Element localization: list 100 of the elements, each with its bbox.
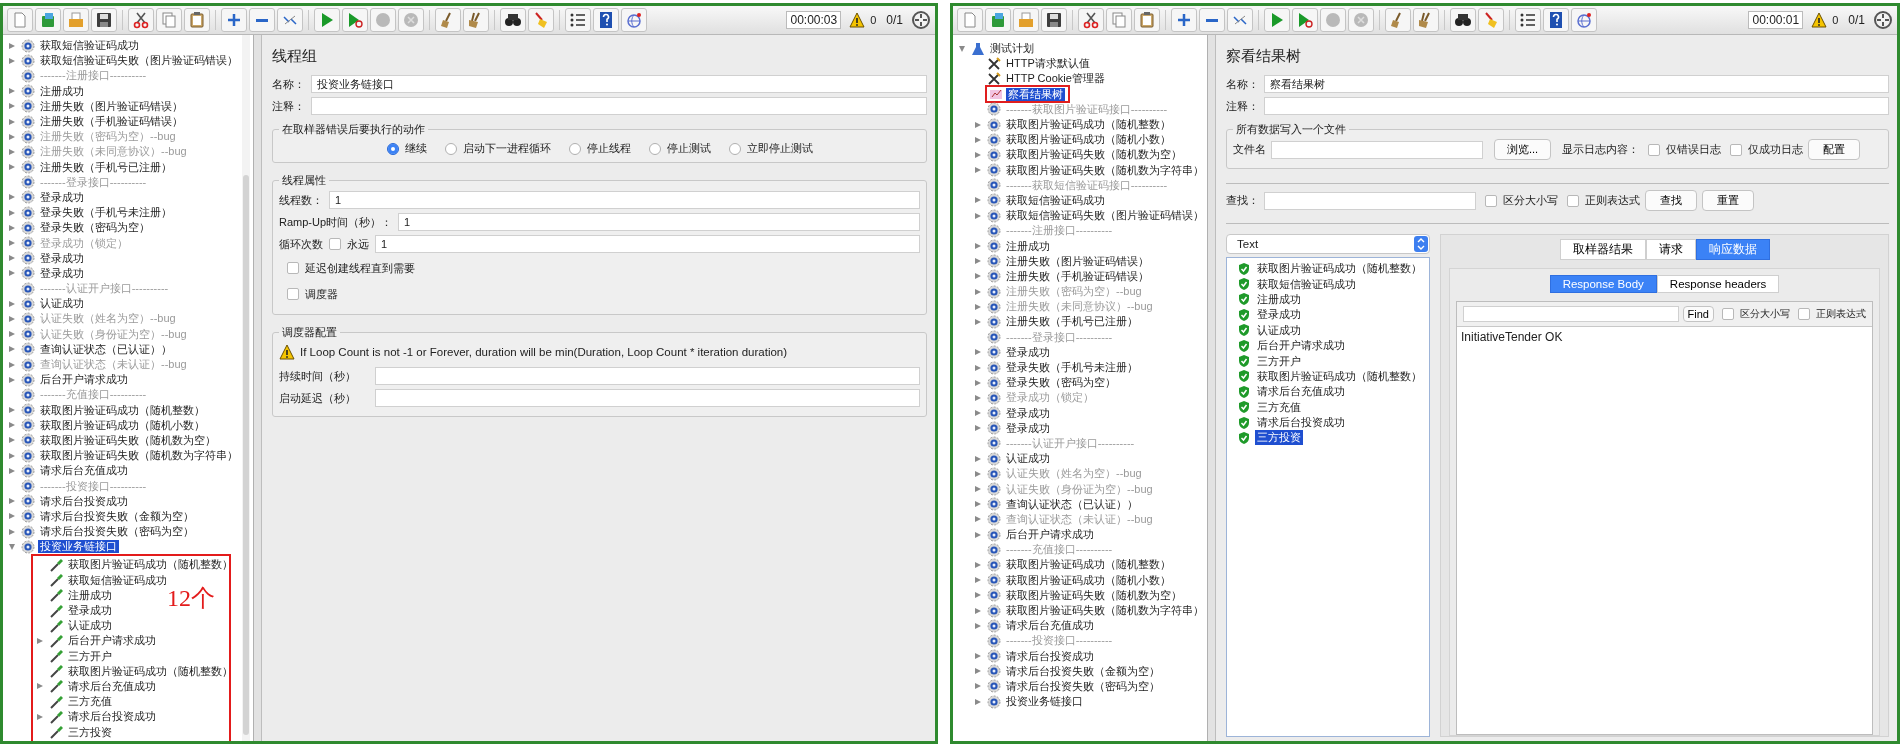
expand-arrow-icon[interactable]: [9, 422, 15, 429]
expand-arrow-icon[interactable]: [9, 224, 15, 231]
duration-field[interactable]: [375, 389, 920, 407]
expand-arrow-icon[interactable]: [975, 273, 981, 280]
expand-arrow-icon[interactable]: [9, 467, 15, 474]
tree-item[interactable]: 获取图片验证码成功（随机小数）: [1004, 133, 1173, 147]
expand-arrow-icon[interactable]: [975, 136, 981, 143]
tree-item[interactable]: 查询认证状态（已认证））: [38, 342, 174, 356]
comment-field[interactable]: [1264, 97, 1889, 115]
expand-arrow-icon[interactable]: [975, 212, 981, 219]
tree-item[interactable]: 请求后台充值成功: [1004, 619, 1096, 633]
checkbox[interactable]: [287, 262, 299, 274]
reset-button[interactable]: 重置: [1702, 190, 1754, 211]
search-field[interactable]: [1264, 191, 1476, 210]
expand-arrow-icon[interactable]: [975, 410, 981, 417]
tab[interactable]: 取样器结果: [1559, 239, 1646, 260]
expand-arrow-icon[interactable]: [975, 455, 981, 462]
tree-item[interactable]: 请求后台投资成功: [1004, 649, 1096, 663]
result-item[interactable]: 请求后台投资成功: [1255, 415, 1347, 431]
expand-arrow-icon[interactable]: [9, 346, 15, 353]
checkbox[interactable]: [1648, 143, 1661, 156]
expand-arrow-icon[interactable]: [975, 607, 981, 614]
radio-button[interactable]: [728, 142, 741, 155]
tab[interactable]: Response Body: [1549, 275, 1657, 293]
tree-item[interactable]: 获取图片验证码失败（随机数为字符串）: [1004, 163, 1206, 177]
expand-arrow-icon[interactable]: [975, 379, 981, 386]
tree-item[interactable]: 注册成功: [66, 588, 114, 602]
toolbar-button[interactable]: [1543, 8, 1569, 32]
thread-count-field[interactable]: 1: [329, 191, 920, 209]
tree-item[interactable]: 获取图片验证码失败（随机数为空）: [1004, 588, 1184, 602]
radio-button[interactable]: [386, 142, 399, 155]
tree-item[interactable]: 登录失败（密码为空）: [38, 221, 152, 235]
expand-arrow-icon[interactable]: [37, 713, 43, 720]
expand-arrow-icon[interactable]: [975, 592, 981, 599]
expand-arrow-icon[interactable]: [9, 528, 15, 535]
tree-item[interactable]: 请求后台投资成功: [38, 494, 130, 508]
search-field[interactable]: [1463, 306, 1679, 322]
result-item[interactable]: 获取图片验证码成功（随机整数）: [1255, 368, 1424, 384]
radio-button[interactable]: [648, 142, 661, 155]
expand-arrow-icon[interactable]: [9, 255, 15, 262]
tree-item[interactable]: 登录成功: [66, 604, 114, 618]
expand-arrow-icon[interactable]: [9, 452, 15, 459]
expand-arrow-icon[interactable]: [9, 164, 15, 171]
result-item[interactable]: 请求后台充值成功: [1255, 384, 1347, 400]
result-item[interactable]: 获取短信验证码成功: [1255, 276, 1358, 292]
expand-arrow-icon[interactable]: [37, 637, 43, 644]
ramp-up-field[interactable]: 1: [398, 213, 920, 231]
tree-item[interactable]: 注册失败（手机验证码错误）: [1004, 269, 1151, 283]
tree-item[interactable]: 查询认证状态（已认证））: [1004, 497, 1140, 511]
tree-item[interactable]: 获取图片验证码失败（随机数为字符串）: [38, 449, 240, 463]
tree-item[interactable]: 注册成功: [38, 84, 86, 98]
scrollbar-thumb[interactable]: [243, 175, 249, 735]
expand-arrow-icon[interactable]: [975, 683, 981, 690]
tree-item[interactable]: 获取图片验证码成功（随机整数）: [38, 403, 207, 417]
expand-arrow-icon[interactable]: [975, 425, 981, 432]
expand-arrow-icon[interactable]: [9, 103, 15, 110]
toolbar-button[interactable]: [1078, 8, 1104, 32]
tree-item[interactable]: 注册失败（图片验证码错误）: [1004, 254, 1151, 268]
tree-item[interactable]: 请求后台投资失败（金额为空）: [38, 509, 196, 523]
expand-arrow-icon[interactable]: [975, 668, 981, 675]
result-item[interactable]: 后台开户请求成功: [1255, 338, 1347, 354]
tree-item[interactable]: 获取图片验证码成功（随机整数）: [66, 664, 235, 678]
expand-arrow-icon[interactable]: [9, 437, 15, 444]
expand-arrow-icon[interactable]: [975, 349, 981, 356]
result-item[interactable]: 登录成功: [1255, 307, 1303, 323]
result-item[interactable]: 三方开户: [1255, 353, 1303, 369]
expand-arrow-icon[interactable]: [9, 407, 15, 414]
result-item[interactable]: 获取图片验证码成功（随机整数）: [1255, 261, 1424, 277]
expand-arrow-icon[interactable]: [9, 376, 15, 383]
tree-item[interactable]: 获取图片验证码成功（随机整数）: [66, 558, 235, 572]
tree-item[interactable]: 登录成功: [1004, 345, 1052, 359]
expand-arrow-icon[interactable]: [37, 683, 43, 690]
tree-item[interactable]: 请求后台投资成功: [66, 710, 158, 724]
tree-item[interactable]: 获取图片验证码失败（随机数为空）: [1004, 148, 1184, 162]
tree-item[interactable]: 登录失败（密码为空）: [1004, 376, 1118, 390]
radio-button[interactable]: [444, 142, 457, 155]
tree-item[interactable]: 后台开户请求成功: [38, 373, 130, 387]
expand-arrow-icon[interactable]: [975, 121, 981, 128]
tree-item[interactable]: 三方开户: [66, 649, 114, 663]
tree-item[interactable]: 注册成功: [1004, 239, 1052, 253]
tree-item[interactable]: 获取短信验证码失败（图片验证码错误）: [38, 54, 240, 68]
toolbar-button[interactable]: [91, 8, 117, 32]
result-item[interactable]: 认证成功: [1255, 322, 1303, 338]
tree-item[interactable]: 注册失败（手机验证码错误）: [38, 115, 185, 129]
tree-item[interactable]: 请求后台投资失败（金额为空）: [1004, 664, 1162, 678]
duration-field[interactable]: [375, 367, 920, 385]
tree-item[interactable]: 获取图片验证码成功（随机小数）: [1004, 573, 1173, 587]
toolbar-button[interactable]: [593, 8, 619, 32]
comment-field[interactable]: [311, 97, 927, 115]
expand-arrow-icon[interactable]: [9, 270, 15, 277]
filename-field[interactable]: [1271, 140, 1483, 159]
tree-item[interactable]: 注册失败（图片验证码错误）: [38, 99, 185, 113]
tree-item[interactable]: 获取图片验证码成功（随机整数）: [1004, 118, 1173, 132]
tree-item[interactable]: 察看结果树: [1006, 87, 1065, 101]
browse-button[interactable]: 浏览...: [1494, 139, 1552, 160]
tree-item[interactable]: 投资业务链接口: [1004, 695, 1085, 709]
tree-item[interactable]: 后台开户请求成功: [66, 634, 158, 648]
expand-arrow-icon[interactable]: [975, 364, 981, 371]
checkbox[interactable]: [1798, 308, 1810, 320]
tree-item[interactable]: 注册失败（手机号已注册）: [1004, 315, 1140, 329]
